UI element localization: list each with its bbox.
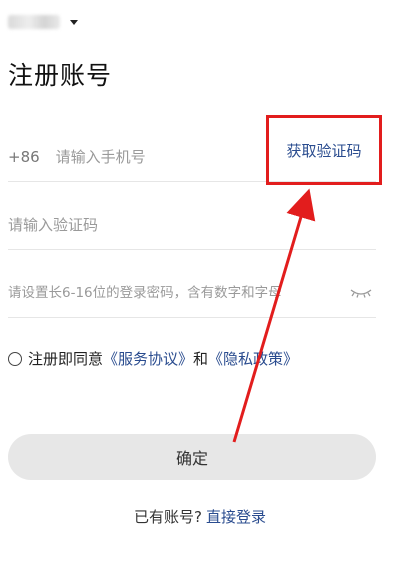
- chevron-down-icon: [70, 19, 78, 25]
- password-input[interactable]: [8, 284, 348, 301]
- country-code[interactable]: +86: [8, 148, 40, 166]
- agreement-checkbox[interactable]: [8, 351, 22, 366]
- login-row: 已有账号? 直接登录: [0, 506, 400, 527]
- annotation-highlight-box: 获取验证码: [266, 115, 382, 185]
- verification-code-input[interactable]: [8, 215, 376, 234]
- terms-link[interactable]: 《服务协议》: [103, 348, 193, 369]
- password-row: [8, 268, 376, 318]
- account-switcher[interactable]: [8, 12, 78, 32]
- get-code-button[interactable]: 获取验证码: [286, 140, 361, 161]
- eye-closed-icon[interactable]: [348, 285, 374, 301]
- direct-login-link[interactable]: 直接登录: [206, 506, 266, 527]
- privacy-link[interactable]: 《隐私政策》: [208, 348, 298, 369]
- verification-code-row: [8, 200, 376, 250]
- page-title: 注册账号: [8, 61, 113, 90]
- login-prompt: 已有账号?: [134, 508, 202, 526]
- confirm-button[interactable]: 确定: [8, 434, 376, 480]
- agreement-and: 和: [193, 350, 209, 368]
- agreement-text: 注册即同意: [28, 350, 104, 368]
- agreement-row: 注册即同意 《服务协议》 和 《隐私政策》: [8, 348, 298, 369]
- blurred-account-name: [8, 15, 60, 29]
